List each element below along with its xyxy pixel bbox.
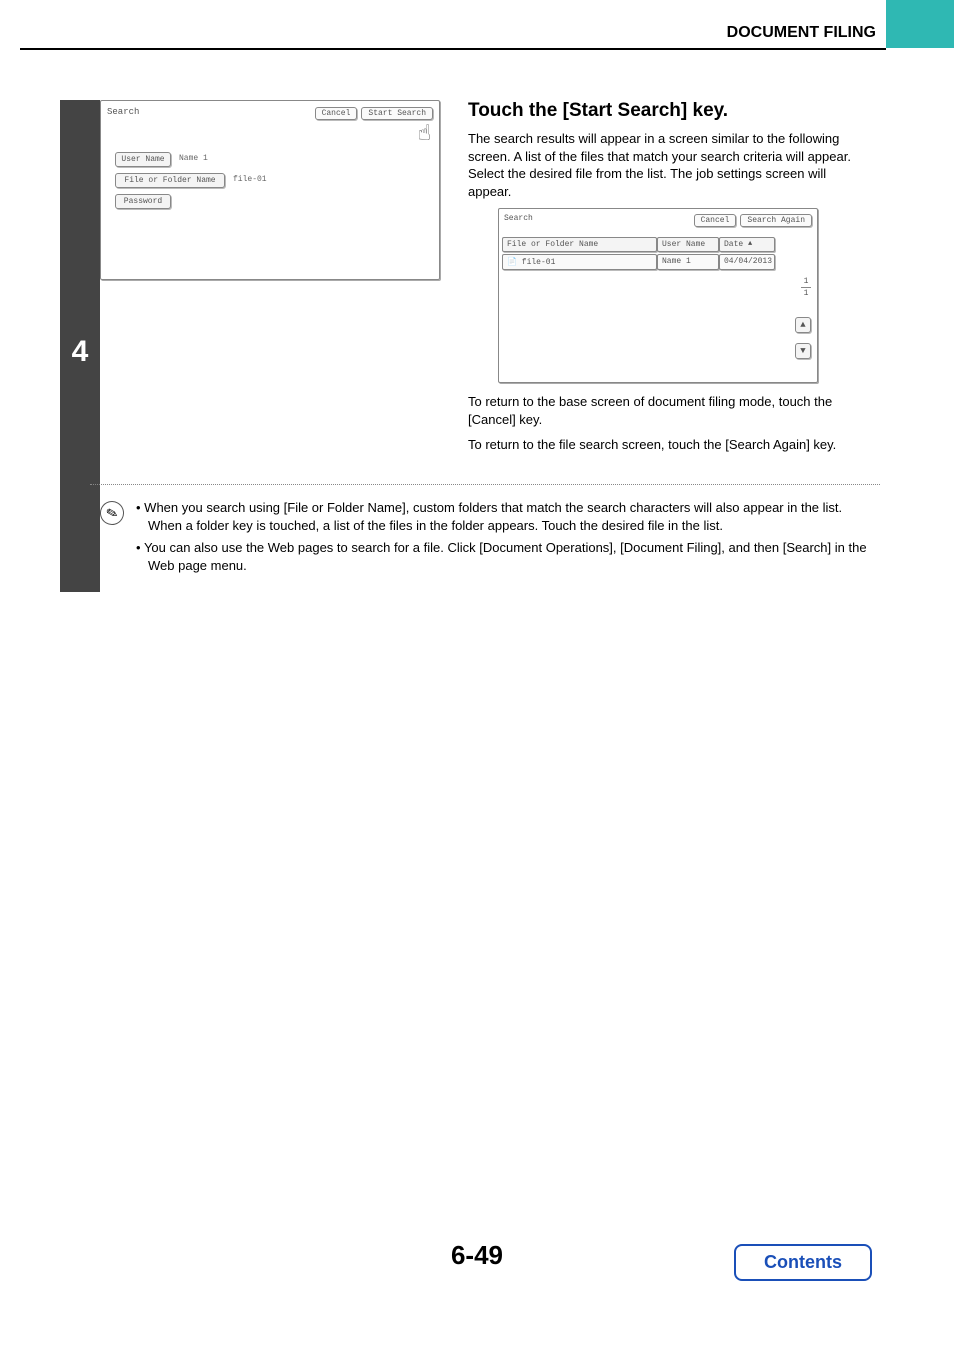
chapter-tab <box>886 0 954 48</box>
user-name-value: Name 1 <box>175 152 212 167</box>
results-panel: Search Cancel Search Again File or Folde… <box>498 208 818 383</box>
page-indicator: 1 1 <box>801 277 811 298</box>
step-description: The search results will appear in a scre… <box>468 130 868 200</box>
return-base-text: To return to the base screen of document… <box>468 393 868 428</box>
col-date[interactable]: Date ▲ <box>719 237 775 252</box>
col-user-name[interactable]: User Name <box>657 237 719 252</box>
results-cancel-button[interactable]: Cancel <box>694 214 737 227</box>
scroll-up-button[interactable]: ▲ <box>795 317 811 333</box>
user-name-button[interactable]: User Name <box>115 152 171 167</box>
section-divider <box>90 484 880 485</box>
file-folder-value: file-01 <box>229 173 271 188</box>
note-icon: ✎ <box>97 498 126 527</box>
page-header: DOCUMENT FILING <box>727 24 876 42</box>
file-folder-name-button[interactable]: File or Folder Name <box>115 173 225 188</box>
touch-hand-icon: ☝ <box>418 121 431 147</box>
return-search-text: To return to the file search screen, tou… <box>468 436 868 454</box>
cancel-button[interactable]: Cancel <box>315 107 358 120</box>
search-panel-title: Search <box>107 107 139 117</box>
col-file-folder[interactable]: File or Folder Name <box>502 237 657 252</box>
contents-button[interactable]: Contents <box>734 1244 872 1281</box>
header-rule <box>20 48 886 50</box>
results-title: Search <box>504 214 533 227</box>
result-date: 04/04/2013 <box>719 254 775 270</box>
result-file[interactable]: 📄 file-01 <box>502 254 657 270</box>
search-panel: Search Cancel Start Search ☝ User Name N… <box>100 100 440 280</box>
note-item-1: When you search using [File or Folder Na… <box>136 499 870 535</box>
search-again-button[interactable]: Search Again <box>740 214 812 227</box>
password-button[interactable]: Password <box>115 194 171 209</box>
step-number: 4 <box>64 335 96 369</box>
note-item-2: You can also use the Web pages to search… <box>136 539 870 575</box>
result-user: Name 1 <box>657 254 719 270</box>
scroll-down-button[interactable]: ▼ <box>795 343 811 359</box>
notes-list: When you search using [File or Folder Na… <box>136 499 870 580</box>
sort-icon: ▲ <box>748 240 752 248</box>
start-search-button[interactable]: Start Search <box>361 107 433 120</box>
step-title: Touch the [Start Search] key. <box>468 100 868 122</box>
